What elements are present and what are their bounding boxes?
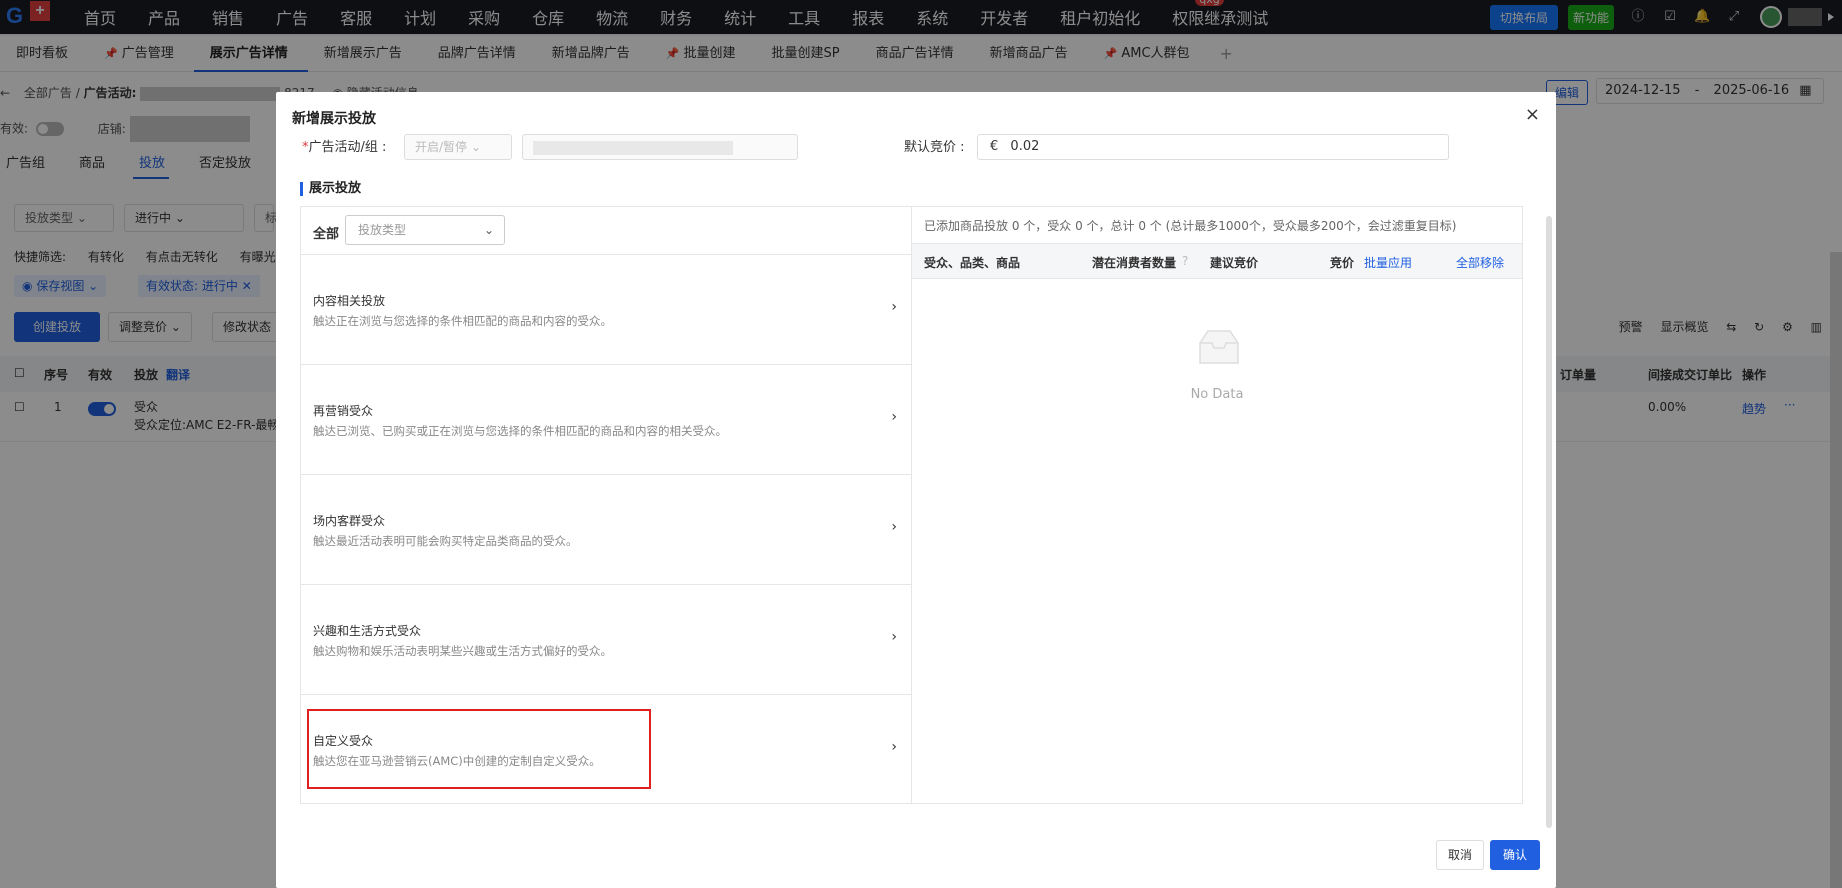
category-title: 再营销受众 bbox=[313, 404, 374, 418]
category-title: 兴趣和生活方式受众 bbox=[313, 624, 422, 638]
selected-targets-panel: 已添加商品投放 0 个，受众 0 个，总计 0 个 (总计最多1000个，受众最… bbox=[912, 207, 1522, 803]
category-custom-audience[interactable]: 自定义受众 触达您在亚马逊营销云(AMC)中创建的定制自定义受众。 › bbox=[301, 695, 911, 805]
col-potential: 潜在消费者数量 bbox=[1092, 256, 1177, 270]
category-contextual[interactable]: 内容相关投放 触达正在浏览与您选择的条件相匹配的商品和内容的受众。 › bbox=[301, 255, 911, 365]
chevron-right-icon: › bbox=[891, 519, 897, 535]
category-desc: 触达已浏览、已购买或正在浏览与您选择的条件相匹配的商品和内容的相关受众。 bbox=[313, 424, 727, 438]
campaign-group-select[interactable] bbox=[522, 134, 798, 160]
chevron-right-icon: › bbox=[891, 739, 897, 755]
campaign-status-select[interactable]: 开启/暂停 ⌄ bbox=[404, 134, 512, 160]
chevron-right-icon: › bbox=[891, 409, 897, 425]
default-bid-label: 默认竞价 : bbox=[904, 140, 965, 155]
category-in-market[interactable]: 场内客群受众 触达最近活动表明可能会购买特定品类商品的受众。 › bbox=[301, 475, 911, 585]
section-title: 展示投放 bbox=[300, 182, 361, 196]
category-title: 内容相关投放 bbox=[313, 294, 386, 308]
batch-apply-link[interactable]: 批量应用 bbox=[1364, 254, 1412, 271]
chevron-right-icon: › bbox=[891, 299, 897, 315]
highlight-box bbox=[307, 709, 651, 789]
currency-symbol: € bbox=[990, 139, 999, 154]
new-display-targeting-dialog: 新增展示投放 × *广告活动/组 : 开启/暂停 ⌄ 默认竞价 : € 0.02… bbox=[276, 92, 1556, 888]
remove-all-link[interactable]: 全部移除 bbox=[1456, 254, 1504, 271]
targeting-panel: 全部 投放类型 ⌄ 内容相关投放 触达正在浏览与您选择的条件相匹配的商品和内容的受… bbox=[300, 206, 1523, 804]
targeting-type-select[interactable]: 投放类型 ⌄ bbox=[345, 215, 505, 245]
category-desc: 触达您在亚马逊营销云(AMC)中创建的定制自定义受众。 bbox=[313, 754, 601, 768]
default-bid-input[interactable]: € 0.02 bbox=[977, 134, 1449, 160]
chevron-right-icon: › bbox=[891, 629, 897, 645]
category-desc: 触达购物和娱乐活动表明某些兴趣或生活方式偏好的受众。 bbox=[313, 644, 612, 658]
close-icon[interactable]: × bbox=[1525, 104, 1540, 125]
cancel-button[interactable]: 取消 bbox=[1436, 840, 1484, 870]
category-interest-lifestyle[interactable]: 兴趣和生活方式受众 触达购物和娱乐活动表明某些兴趣或生活方式偏好的受众。 › bbox=[301, 585, 911, 695]
all-label: 全部 bbox=[313, 227, 340, 242]
targeting-category-list: 全部 投放类型 ⌄ 内容相关投放 触达正在浏览与您选择的条件相匹配的商品和内容的受… bbox=[301, 207, 912, 803]
default-bid-value: 0.02 bbox=[1010, 139, 1040, 154]
col-bid: 竞价 bbox=[1330, 256, 1355, 270]
category-remarketing[interactable]: 再营销受众 触达已浏览、已购买或正在浏览与您选择的条件相匹配的商品和内容的相关受… bbox=[301, 365, 911, 475]
campaign-group-label: *广告活动/组 : bbox=[302, 140, 387, 155]
category-title: 自定义受众 bbox=[313, 734, 374, 748]
no-data-text: No Data bbox=[1190, 387, 1244, 402]
campaign-group-redacted bbox=[533, 140, 733, 155]
category-list-header: 全部 投放类型 ⌄ bbox=[301, 207, 911, 255]
category-title: 场内客群受众 bbox=[313, 514, 386, 528]
confirm-button[interactable]: 确认 bbox=[1490, 840, 1540, 870]
chevron-down-icon: ⌄ bbox=[483, 223, 494, 237]
col-suggested-bid: 建议竞价 bbox=[1210, 256, 1259, 270]
category-desc: 触达正在浏览与您选择的条件相匹配的商品和内容的受众。 bbox=[313, 314, 612, 328]
dialog-title: 新增展示投放 bbox=[292, 111, 376, 127]
category-desc: 触达最近活动表明可能会购买特定品类商品的受众。 bbox=[313, 534, 578, 548]
empty-inbox-icon bbox=[1199, 330, 1239, 364]
dialog-scrollbar[interactable] bbox=[1546, 216, 1552, 828]
selected-table-header: 受众、品类、商品 潜在消费者数量 ? 建议竞价 竞价 批量应用 全部移除 bbox=[912, 243, 1522, 279]
col-audience: 受众、品类、商品 bbox=[924, 256, 1021, 270]
nav-dim-overlay bbox=[0, 0, 1842, 72]
selection-summary: 已添加商品投放 0 个，受众 0 个，总计 0 个 (总计最多1000个，受众最… bbox=[924, 219, 1457, 233]
help-icon: ? bbox=[1182, 254, 1189, 268]
